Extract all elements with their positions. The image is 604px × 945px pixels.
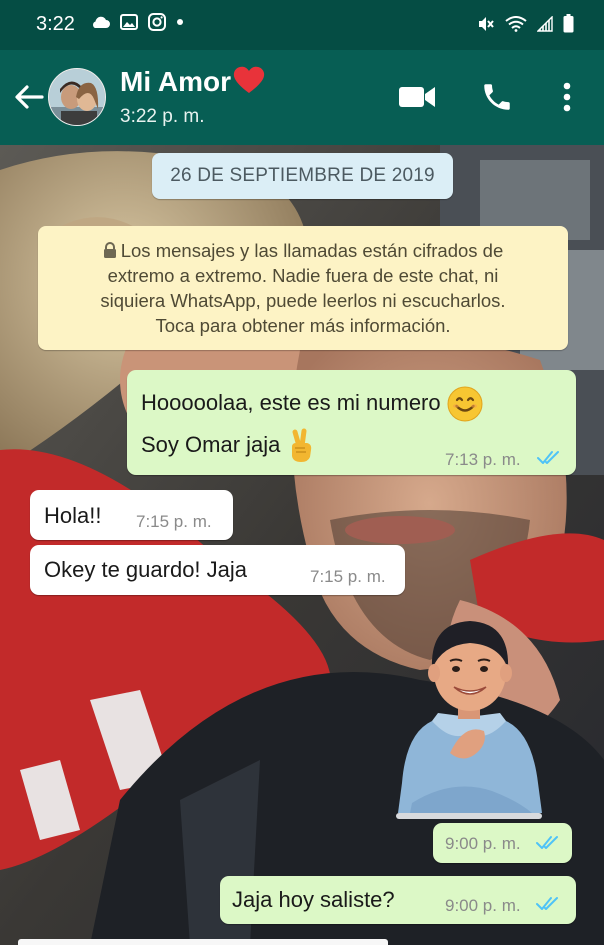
- notice-line-1: Los mensajes y las llamadas están cifrad…: [38, 238, 568, 263]
- message-time: 9:00 p. m.: [445, 896, 521, 915]
- notice-line-2: extremo a extremo. Nadie fuera de este c…: [107, 265, 499, 286]
- victory-hand-emoji: [291, 428, 311, 462]
- image-icon: [120, 14, 138, 30]
- message-text: Jaja hoy saliste?: [232, 887, 395, 912]
- notice-text-1: Los mensajes y las llamadas están cifrad…: [120, 240, 504, 261]
- avatar[interactable]: [48, 68, 106, 126]
- wifi-icon: [505, 15, 527, 32]
- message-text: Hooooolaa, este es mi numero: [141, 389, 441, 415]
- mute-icon: [479, 16, 494, 31]
- double-check-icon: [536, 836, 558, 849]
- message-time: 7:13 p. m.: [445, 450, 521, 469]
- message-text-line: Hooooolaa, este es mi numero: [141, 386, 483, 422]
- phone-icon[interactable]: [480, 80, 514, 114]
- double-check-icon: [536, 897, 558, 910]
- message-bubble-outgoing[interactable]: Jaja hoy saliste? 9:00 p. m.: [220, 876, 576, 924]
- video-call-icon[interactable]: [398, 84, 436, 110]
- status-notifications: [90, 13, 184, 31]
- double-check-icon: [537, 451, 559, 464]
- status-bar: 3:22: [0, 0, 604, 50]
- notice-line-3: siquiera WhatsApp, puede leerlos ni escu…: [100, 290, 506, 311]
- smile-emoji: [447, 386, 483, 422]
- message-text-line: Soy Omar jaja: [141, 428, 315, 464]
- message-text: Hola!!: [44, 503, 102, 528]
- date-divider: 26 DE SEPTIEMBRE DE 2019: [152, 153, 453, 199]
- message-time: 7:15 p. m.: [310, 567, 386, 586]
- heart-emoji: [233, 66, 265, 93]
- status-time: 3:22: [36, 13, 75, 35]
- instagram-icon: [148, 13, 166, 31]
- contact-last-seen: 3:22 p. m.: [120, 106, 205, 127]
- status-system: [477, 14, 574, 33]
- message-text: Soy Omar jaja: [141, 431, 281, 457]
- notice-line-4: Toca para obtener más información.: [155, 315, 451, 336]
- message-bubble-incoming[interactable]: Okey te guardo! Jaja 7:15 p. m.: [30, 545, 405, 595]
- chat-header: Mi Amor 3:22 p. m.: [0, 50, 604, 145]
- more-options-icon[interactable]: [560, 80, 574, 114]
- lock-icon: [103, 242, 116, 258]
- message-time: 9:00 p. m.: [445, 834, 521, 853]
- contact-name-text: Mi Amor: [120, 66, 231, 97]
- message-time: 7:15 p. m.: [136, 512, 212, 531]
- message-bubble-incoming[interactable]: Hola!! 7:15 p. m.: [30, 490, 233, 540]
- cloud-icon: [93, 16, 110, 28]
- signal-icon: [537, 15, 553, 32]
- back-arrow-icon[interactable]: [12, 80, 46, 114]
- sticker-message[interactable]: [392, 613, 546, 821]
- battery-icon: [563, 14, 574, 33]
- sticker-time-bubble: 9:00 p. m.: [433, 823, 572, 863]
- encryption-notice[interactable]: Los mensajes y las llamadas están cifrad…: [38, 226, 568, 350]
- partial-message-bubble: [18, 939, 388, 945]
- dot-icon: [177, 19, 183, 25]
- message-text: Okey te guardo! Jaja: [44, 557, 248, 582]
- contact-name[interactable]: Mi Amor: [120, 66, 265, 98]
- message-bubble-outgoing[interactable]: Hooooolaa, este es mi numero Soy Omar ja…: [127, 370, 576, 475]
